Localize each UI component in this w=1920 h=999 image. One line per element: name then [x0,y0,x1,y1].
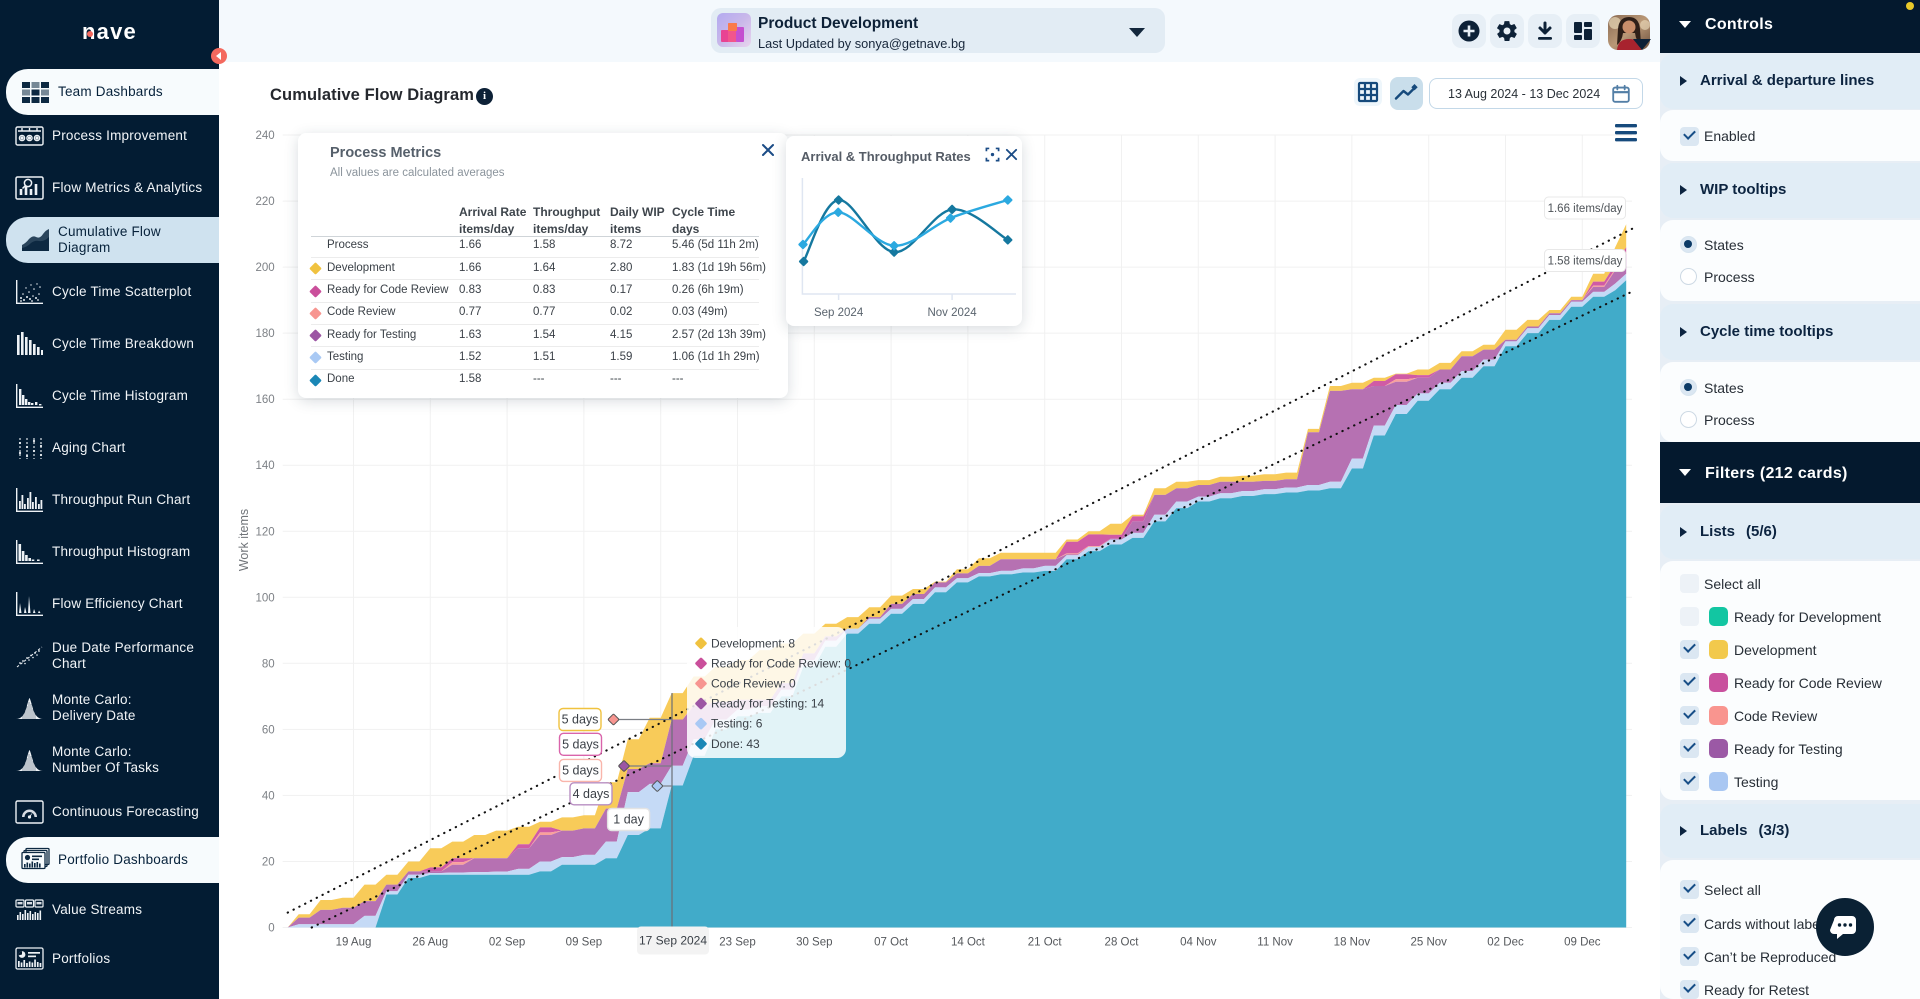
svg-text:Nov 2024: Nov 2024 [927,307,977,319]
svg-text:17 Sep 2024: 17 Sep 2024 [639,934,707,948]
svg-text:26 Aug: 26 Aug [412,937,448,949]
svg-text:21 Oct: 21 Oct [1028,937,1063,949]
svg-text:Work items: Work items [237,509,251,571]
svg-text:Ready for Testing: 14: Ready for Testing: 14 [711,697,825,711]
svg-text:14 Oct: 14 Oct [951,937,986,949]
svg-text:240: 240 [256,130,275,142]
svg-text:160: 160 [256,394,275,406]
svg-text:19 Aug: 19 Aug [336,937,372,949]
svg-text:Ready for Code Review: 0: Ready for Code Review: 0 [711,656,851,670]
svg-text:1.66 items/day: 1.66 items/day [1548,203,1623,215]
svg-text:Done: 43: Done: 43 [711,737,760,751]
svg-text:23 Sep: 23 Sep [719,937,755,949]
svg-text:20: 20 [262,857,275,869]
svg-text:100: 100 [256,592,275,604]
svg-text:220: 220 [256,196,275,208]
svg-text:200: 200 [256,262,275,274]
svg-text:Code Review: 0: Code Review: 0 [711,677,796,691]
svg-text:1.58 items/day: 1.58 items/day [1548,256,1623,268]
svg-text:1 day: 1 day [613,813,644,827]
svg-text:09 Dec: 09 Dec [1564,937,1601,949]
svg-text:02 Sep: 02 Sep [489,937,525,949]
svg-text:Development: 8: Development: 8 [711,636,795,650]
svg-text:5 days: 5 days [562,763,599,777]
svg-text:18 Nov: 18 Nov [1334,937,1371,949]
svg-text:30 Sep: 30 Sep [796,937,832,949]
svg-text:140: 140 [256,460,275,472]
svg-text:180: 180 [256,328,275,340]
svg-text:80: 80 [262,658,275,670]
svg-text:4 days: 4 days [573,787,610,801]
svg-text:5 days: 5 days [562,713,599,727]
svg-text:40: 40 [262,790,275,802]
svg-text:Sep 2024: Sep 2024 [814,307,864,319]
svg-text:5 days: 5 days [562,737,599,751]
svg-text:25 Nov: 25 Nov [1410,937,1447,949]
svg-text:120: 120 [256,526,275,538]
svg-text:09 Sep: 09 Sep [566,937,602,949]
svg-text:04 Nov: 04 Nov [1180,937,1217,949]
svg-text:60: 60 [262,724,275,736]
svg-text:Testing: 6: Testing: 6 [711,717,763,731]
svg-text:07 Oct: 07 Oct [874,937,909,949]
svg-text:02 Dec: 02 Dec [1487,937,1524,949]
svg-text:0: 0 [268,923,274,935]
svg-text:11 Nov: 11 Nov [1257,937,1293,949]
svg-text:28 Oct: 28 Oct [1105,937,1140,949]
